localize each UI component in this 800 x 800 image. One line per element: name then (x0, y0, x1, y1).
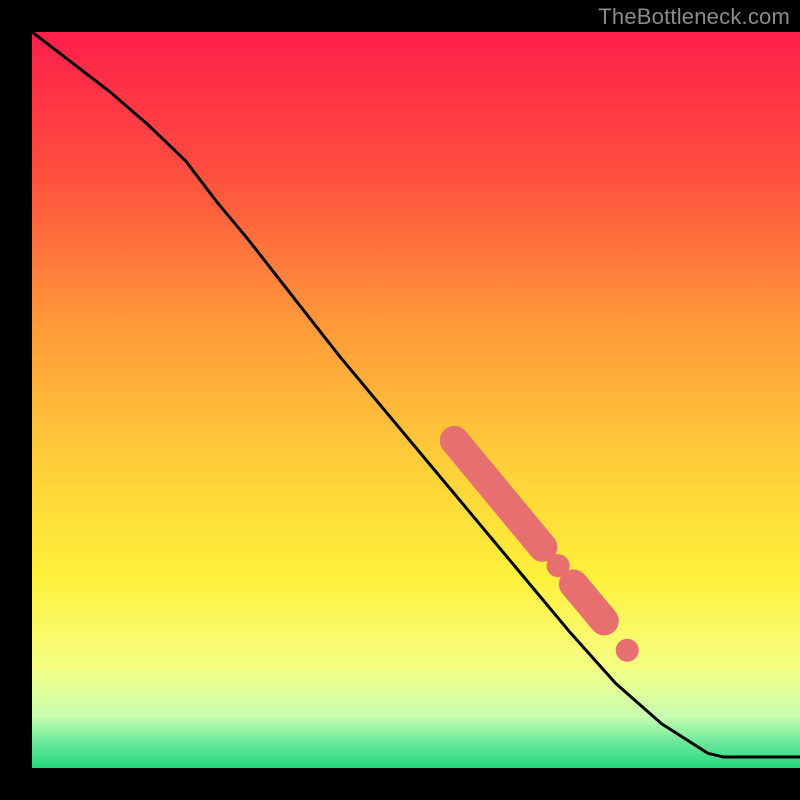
gradient-plot-area (32, 32, 800, 768)
chart-frame: TheBottleneck.com (0, 0, 800, 800)
marker-dot (616, 639, 639, 662)
watermark-text: TheBottleneck.com (598, 4, 790, 30)
chart-svg (0, 0, 800, 800)
